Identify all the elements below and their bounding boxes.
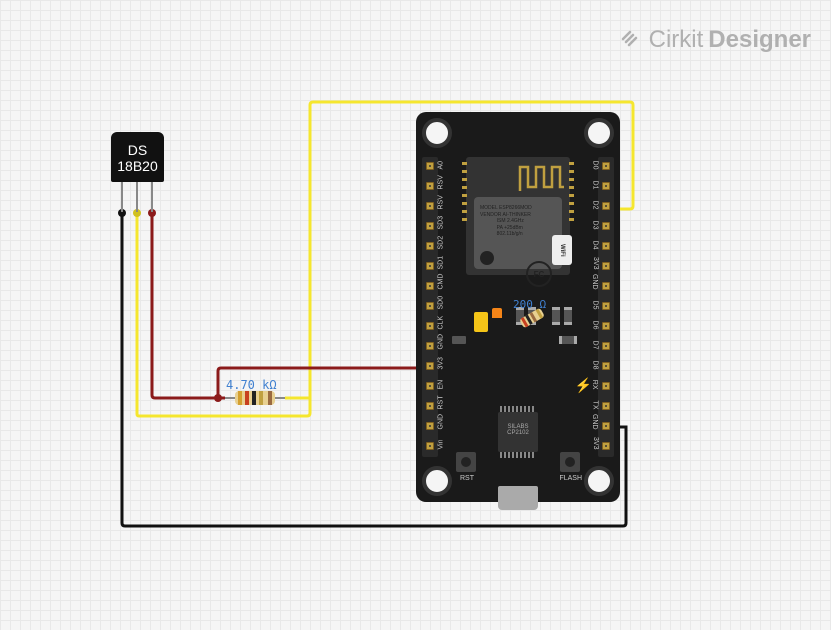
resistor-4k7 <box>225 391 285 405</box>
pin-a0 <box>426 162 434 170</box>
mount-hole <box>422 466 452 496</box>
pin-label: D0 <box>592 161 599 170</box>
pin-label: D3 <box>592 221 599 230</box>
pin-label: 3V3 <box>438 357 445 369</box>
pin-label: GND <box>438 334 445 350</box>
pin-rst <box>426 402 434 410</box>
pin-label: RSV <box>438 195 445 209</box>
pin-d5 <box>602 302 610 310</box>
pin-label: SD0 <box>438 296 445 310</box>
pin-label: Vin <box>438 440 445 450</box>
pin-label: SD3 <box>438 216 445 230</box>
pin-3v3 <box>602 442 610 450</box>
pin-gnd <box>602 282 610 290</box>
pin-label: D1 <box>592 181 599 190</box>
pin-label: TX <box>592 401 599 410</box>
pin-en <box>426 382 434 390</box>
wifi-logo-icon: WiFi <box>552 235 572 265</box>
pin-label: D2 <box>592 201 599 210</box>
pin-label: RX <box>592 380 599 390</box>
pin-tx <box>602 402 610 410</box>
pin-label: D5 <box>592 301 599 310</box>
pin-sd2 <box>426 242 434 250</box>
pin-label: EN <box>438 380 445 390</box>
pin-label: D6 <box>592 321 599 330</box>
capacitor <box>492 308 502 318</box>
mount-hole <box>584 466 614 496</box>
pin-label: CLK <box>438 316 445 330</box>
esp8266-module: FC MODEL ESP8266MOD VENDOR AI-THINKER IS… <box>466 157 570 275</box>
sensor-label-line1: DS <box>111 142 164 158</box>
pin-label: D8 <box>592 361 599 370</box>
pin-3v3 <box>602 262 610 270</box>
pin-label: GND <box>438 414 445 430</box>
resistor-ext-label: 4.70 kΩ <box>226 378 277 392</box>
sensor-lead-vdd <box>151 182 153 212</box>
usb-uart-chip: SILABS CP2102 <box>498 412 538 452</box>
ds18b20-sensor: DS 18B20 <box>111 132 164 182</box>
pin-d1 <box>602 182 610 190</box>
pin-3v3 <box>426 362 434 370</box>
pin-rsv <box>426 182 434 190</box>
sensor-lead-dq <box>136 182 138 212</box>
smd-component <box>560 336 576 344</box>
pin-label: D4 <box>592 241 599 250</box>
flash-button[interactable] <box>560 452 580 472</box>
pin-label: GND <box>592 414 599 430</box>
pin-d4 <box>602 242 610 250</box>
pin-sd3 <box>426 222 434 230</box>
pin-d8 <box>602 362 610 370</box>
pin-gnd <box>602 422 610 430</box>
rst-button-label: RST <box>460 475 474 482</box>
ce-mark-icon <box>480 251 494 265</box>
pin-label: SD2 <box>438 236 445 250</box>
pin-d2 <box>602 202 610 210</box>
reset-button[interactable] <box>456 452 476 472</box>
pin-label: D7 <box>592 341 599 350</box>
pin-clk <box>426 322 434 330</box>
pin-d7 <box>602 342 610 350</box>
sensor-lead-gnd <box>121 182 123 212</box>
pin-d6 <box>602 322 610 330</box>
pin-label: RST <box>438 396 445 410</box>
pin-label: RSV <box>438 175 445 189</box>
pin-label: CMD <box>438 274 445 290</box>
pin-rx <box>602 382 610 390</box>
pin-cmd <box>426 282 434 290</box>
pin-d0 <box>602 162 610 170</box>
pin-label: GND <box>592 274 599 290</box>
smd-component <box>564 308 572 324</box>
pin-vin <box>426 442 434 450</box>
mount-hole <box>422 118 452 148</box>
micro-usb-port <box>498 486 538 510</box>
power-icon: ⚡ <box>575 377 592 394</box>
pin-d3 <box>602 222 610 230</box>
rf-shield: FC MODEL ESP8266MOD VENDOR AI-THINKER IS… <box>474 197 562 269</box>
pin-rsv <box>426 202 434 210</box>
mount-hole <box>584 118 614 148</box>
fcc-logo-icon: FC <box>526 261 552 287</box>
pin-label: A0 <box>438 161 445 170</box>
sensor-label-line2: 18B20 <box>111 158 164 174</box>
flash-button-label: FLASH <box>559 475 582 482</box>
smd-component <box>452 336 466 344</box>
pin-label: 3V3 <box>592 437 599 449</box>
onboard-led <box>474 312 488 332</box>
pin-sd1 <box>426 262 434 270</box>
pin-sd0 <box>426 302 434 310</box>
pin-gnd <box>426 422 434 430</box>
pcb-antenna-icon <box>518 161 566 193</box>
smd-component <box>552 308 560 324</box>
pin-gnd <box>426 342 434 350</box>
pin-label: 3V3 <box>592 257 599 269</box>
pin-label: SD1 <box>438 256 445 270</box>
